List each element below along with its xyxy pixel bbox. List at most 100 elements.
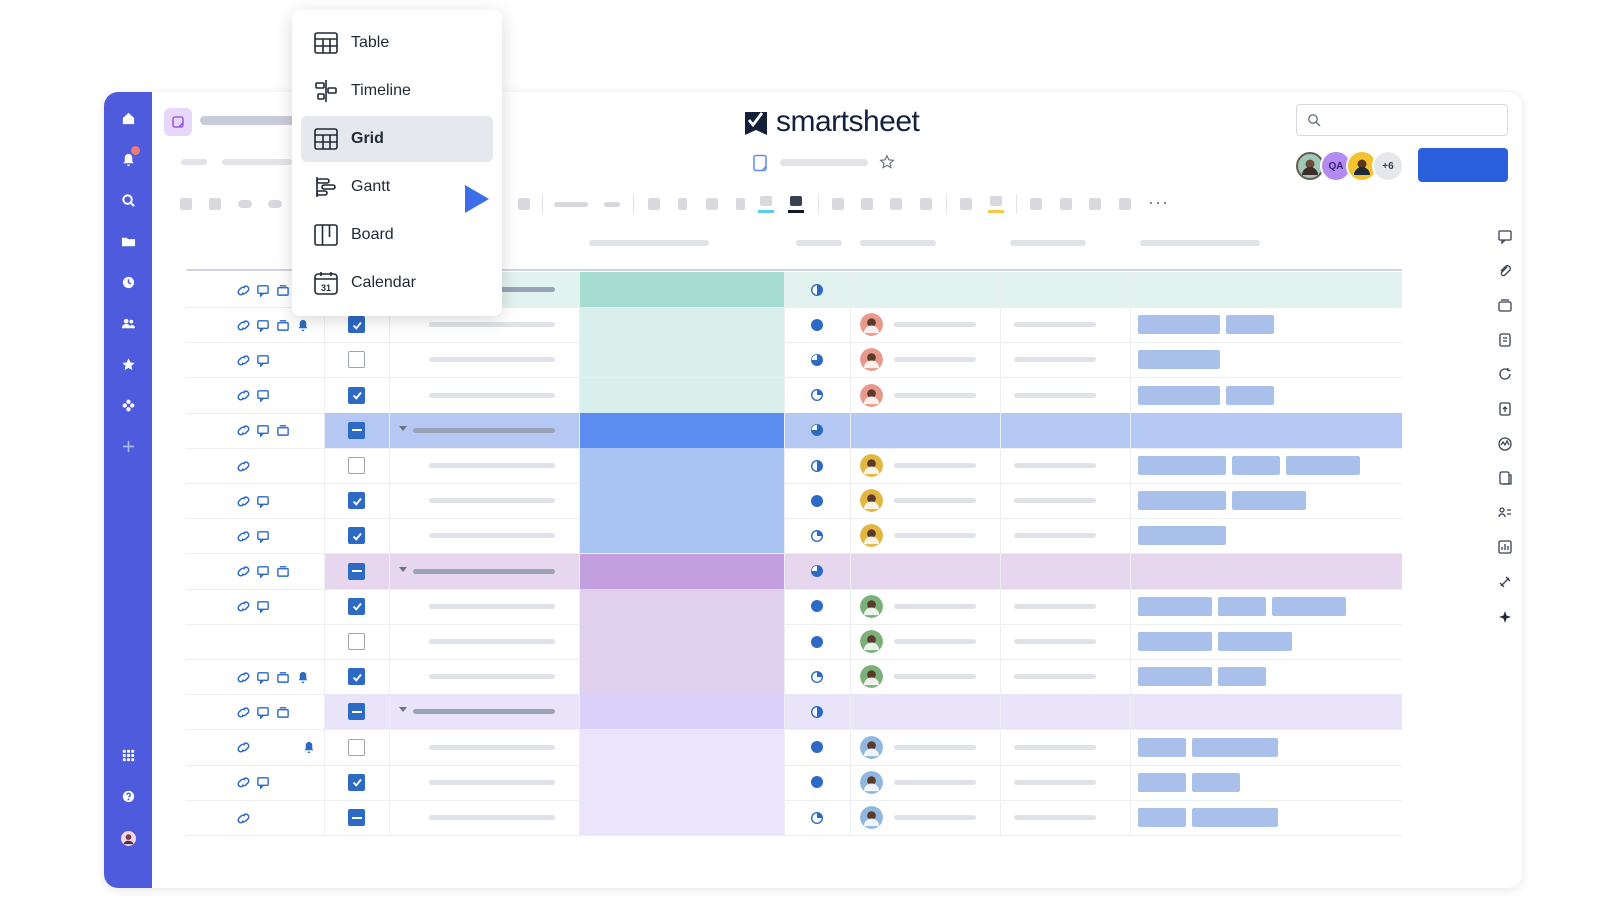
color-cell[interactable] [579, 448, 784, 483]
column-header[interactable] [1010, 240, 1086, 246]
color-cell[interactable] [579, 800, 784, 835]
link-icon[interactable] [236, 599, 250, 613]
status-cell[interactable] [784, 342, 850, 377]
date-cell[interactable] [1000, 800, 1130, 835]
assignee-cell[interactable] [850, 272, 1000, 307]
color-cell[interactable] [579, 342, 784, 378]
add-icon[interactable] [118, 436, 138, 456]
column-header[interactable] [1140, 240, 1260, 246]
table-row[interactable] [186, 342, 1402, 379]
assignee-cell[interactable] [850, 307, 1000, 342]
row-checkbox[interactable] [348, 738, 365, 756]
link-icon[interactable] [236, 283, 250, 297]
tags-cell[interactable] [1130, 765, 1402, 800]
favorites-icon[interactable] [118, 354, 138, 374]
help-icon[interactable] [118, 786, 138, 806]
attachments-icon[interactable] [1497, 263, 1513, 279]
comments-icon[interactable] [1497, 228, 1513, 244]
assignee-cell[interactable] [850, 659, 1000, 694]
task-name-cell[interactable] [389, 448, 579, 483]
tags-cell[interactable] [1130, 378, 1402, 413]
bold-button[interactable] [648, 198, 660, 210]
task-name-cell[interactable] [389, 730, 579, 765]
status-cell[interactable] [784, 624, 850, 659]
status-cell[interactable] [784, 659, 850, 694]
proof-icon[interactable] [276, 670, 290, 684]
table-row[interactable] [186, 624, 1402, 660]
toolbar-button[interactable] [268, 200, 282, 208]
view-option-grid[interactable]: Grid [301, 116, 493, 162]
status-cell[interactable] [784, 589, 850, 624]
task-name-cell[interactable] [389, 378, 579, 413]
link-icon[interactable] [236, 775, 250, 789]
date-cell[interactable] [1000, 272, 1130, 307]
row-checkbox[interactable] [348, 527, 365, 545]
toolbar-button[interactable] [890, 198, 902, 210]
automation-icon[interactable] [1497, 436, 1513, 452]
date-cell[interactable] [1000, 483, 1130, 518]
task-name-cell[interactable] [389, 694, 579, 729]
row-checkbox[interactable] [348, 316, 365, 334]
color-cell[interactable] [579, 694, 784, 730]
toolbar-button[interactable] [1089, 198, 1101, 210]
proof-icon[interactable] [276, 318, 290, 332]
status-cell[interactable] [784, 554, 850, 589]
assignee-cell[interactable] [850, 730, 1000, 765]
toolbar-button[interactable] [832, 198, 844, 210]
table-row[interactable] [186, 518, 1402, 555]
font-size-select[interactable] [604, 202, 620, 207]
color-cell[interactable] [579, 377, 784, 413]
reports-icon[interactable] [1497, 539, 1513, 555]
more-options-icon[interactable]: ··· [1148, 192, 1169, 213]
status-cell[interactable] [784, 307, 850, 342]
comment-icon[interactable] [256, 670, 270, 684]
link-icon[interactable] [236, 529, 250, 543]
color-cell[interactable] [579, 764, 784, 800]
toolbar-button[interactable] [238, 200, 252, 208]
toolbar-button[interactable] [1030, 198, 1042, 210]
apps-icon[interactable] [118, 745, 138, 765]
table-row[interactable] [186, 729, 1402, 766]
comment-icon[interactable] [256, 494, 270, 508]
status-cell[interactable] [784, 730, 850, 765]
integrations-icon[interactable] [1497, 574, 1513, 590]
comment-icon[interactable] [256, 599, 270, 614]
row-checkbox[interactable] [348, 668, 365, 686]
search-input[interactable] [1296, 104, 1508, 136]
comment-icon[interactable] [256, 564, 270, 579]
group-header-row[interactable] [186, 694, 1402, 731]
color-cell[interactable] [579, 588, 784, 624]
collaborator-avatars[interactable]: QA +6 [1294, 150, 1404, 182]
table-row[interactable] [186, 588, 1402, 625]
table-row[interactable] [186, 764, 1402, 801]
date-cell[interactable] [1000, 730, 1130, 765]
date-cell[interactable] [1000, 554, 1130, 589]
assignee-cell[interactable] [850, 378, 1000, 413]
toolbar-button[interactable] [1060, 198, 1072, 210]
row-checkbox[interactable] [348, 703, 365, 721]
assignee-cell[interactable] [850, 624, 1000, 659]
row-checkbox[interactable] [348, 633, 365, 650]
share-button[interactable] [1418, 148, 1508, 182]
toolbar-button[interactable] [920, 198, 932, 210]
forms-icon[interactable] [1497, 470, 1513, 486]
font-select[interactable] [554, 202, 588, 207]
sheet-type-icon[interactable] [164, 108, 192, 136]
table-row[interactable] [186, 448, 1402, 484]
workspace-name-placeholder[interactable] [200, 116, 296, 125]
task-name-cell[interactable] [389, 624, 579, 659]
tags-cell[interactable] [1130, 448, 1402, 483]
comment-icon[interactable] [256, 775, 270, 790]
publish-icon[interactable] [1497, 401, 1513, 417]
toolbar-button[interactable] [861, 198, 873, 210]
reminder-icon[interactable] [296, 318, 310, 332]
toolbar-button[interactable] [1119, 198, 1131, 210]
collapse-caret-icon[interactable] [399, 566, 407, 572]
comment-icon[interactable] [256, 705, 270, 719]
assignee-cell[interactable] [850, 765, 1000, 800]
date-cell[interactable] [1000, 413, 1130, 448]
date-cell[interactable] [1000, 518, 1130, 553]
status-cell[interactable] [784, 800, 850, 835]
collapse-caret-icon[interactable] [399, 707, 407, 713]
color-cell[interactable] [579, 307, 784, 343]
